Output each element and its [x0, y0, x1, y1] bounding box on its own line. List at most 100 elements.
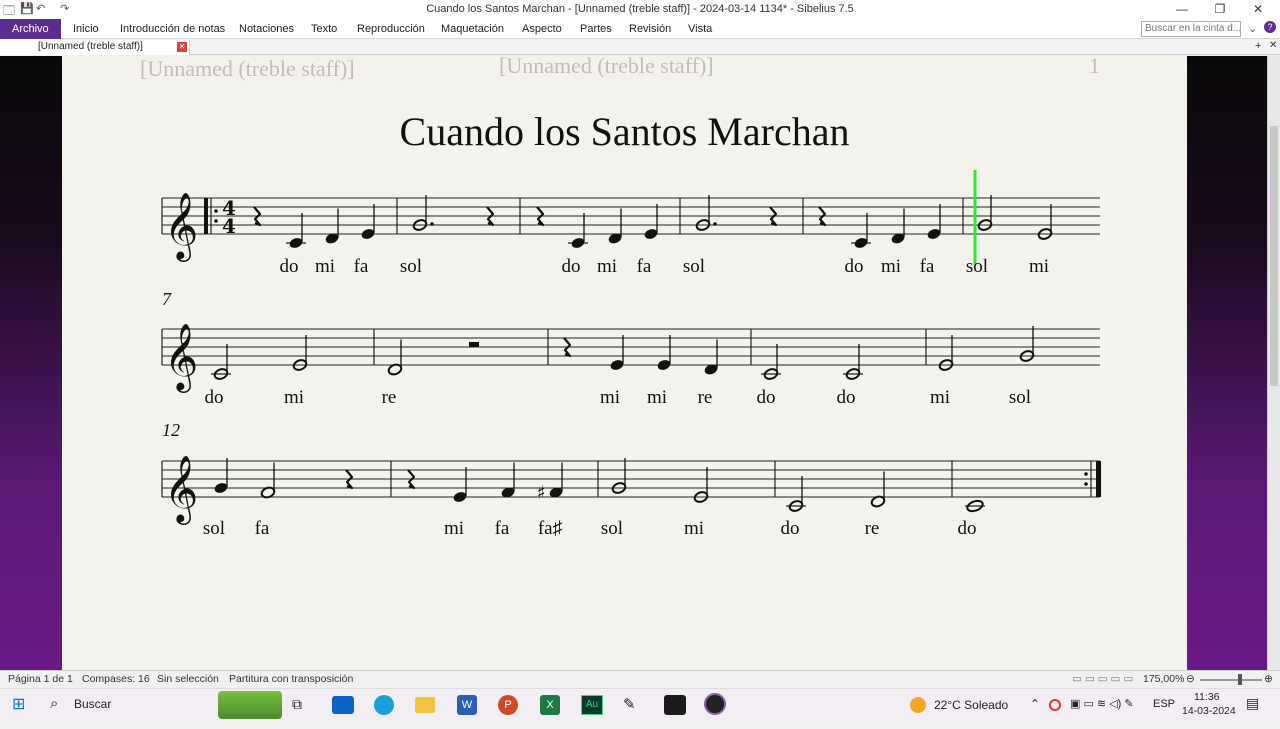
close-tab-icon[interactable]: ✕	[177, 42, 187, 52]
minimize-button[interactable]: —	[1164, 0, 1200, 19]
tray-chevron-icon[interactable]: ⌃	[1030, 697, 1040, 721]
lyric-syllable: mi	[881, 256, 901, 277]
score-page[interactable]: [Unnamed (treble staff)] [Unnamed (trebl…	[62, 56, 1187, 670]
left-background	[0, 56, 62, 670]
search-icon[interactable]: ⌕	[50, 695, 58, 719]
time-signature-bottom: 4	[222, 214, 236, 238]
lyric-syllable: mi	[647, 387, 667, 408]
terminal-icon[interactable]	[664, 695, 686, 715]
lyric-syllable: sol	[400, 256, 422, 277]
tab-partes[interactable]: Partes	[580, 19, 612, 39]
note	[501, 462, 515, 498]
expand-ribbon-icon[interactable]: ⌄	[1248, 22, 1257, 35]
file-explorer-icon[interactable]	[415, 697, 435, 713]
score-notation[interactable]: 𝄞 44𝄞𝄞712♯do mi fa sol do mi fa sol do mi fa sol mido…	[62, 56, 1187, 670]
lyric-syllable: mi	[1029, 256, 1049, 277]
status-transposition[interactable]: Partitura con transposición	[229, 673, 353, 685]
help-icon[interactable]: ?	[1264, 21, 1276, 33]
weather-icon[interactable]	[910, 697, 926, 713]
right-background	[1187, 56, 1267, 670]
staff-system-1: 𝄞 44	[161, 191, 1100, 262]
scrollbar-thumb[interactable]	[1270, 126, 1278, 386]
view-mode-icons[interactable]: ▭ ▭ ▭ ▭ ▭	[1072, 673, 1133, 685]
ribbon-search-input[interactable]: Buscar en la cinta d...	[1141, 21, 1241, 37]
notifications-icon[interactable]: ▤	[1246, 695, 1259, 719]
tab-introduccion-de-notas[interactable]: Introducción de notas	[120, 19, 225, 39]
repeat-dot	[214, 219, 218, 223]
tab-archivo[interactable]: Archivo	[0, 19, 61, 39]
new-tab-icon[interactable]: +	[1255, 40, 1261, 52]
tab-texto[interactable]: Texto	[311, 19, 337, 39]
note	[412, 195, 434, 231]
bar-number: 7	[162, 289, 172, 309]
note	[938, 335, 954, 371]
lyric-syllable: fa	[495, 518, 510, 539]
status-bar: Página 1 de 1 Compases: 16 Sin selección…	[0, 670, 1280, 688]
zoom-slider[interactable]	[1200, 679, 1262, 681]
lyric-syllable: re	[698, 387, 713, 408]
close-all-icon[interactable]: ✕	[1269, 40, 1277, 51]
clock-date[interactable]: 14-03-2024	[1182, 705, 1236, 729]
tab-maquetacion[interactable]: Maquetación	[441, 19, 504, 39]
note	[387, 339, 403, 376]
note	[644, 204, 658, 239]
tab-revision[interactable]: Revisión	[629, 19, 671, 39]
lyric-syllable: mi	[444, 518, 464, 539]
sibelius-icon[interactable]	[704, 693, 726, 715]
tab-reproduccion[interactable]: Reproducción	[357, 19, 425, 39]
audition-icon[interactable]: Au	[581, 695, 603, 715]
weather-label[interactable]: 22°C Soleado	[934, 698, 1008, 722]
lyric-syllable: mi	[284, 387, 304, 408]
task-view-icon[interactable]: ⧉	[292, 696, 302, 720]
lyric-syllable: re	[865, 518, 880, 539]
note	[260, 462, 276, 499]
tab-aspecto[interactable]: Aspecto	[522, 19, 562, 39]
restore-button[interactable]: ❐	[1202, 0, 1238, 19]
tab-vista[interactable]: Vista	[688, 19, 712, 39]
augmentation-dot	[430, 222, 434, 226]
lyric-syllable: mi	[597, 256, 617, 277]
network-icon[interactable]: ▣ ▭ ≋ ◁) ✎	[1070, 697, 1134, 721]
lyric-syllable: fa	[255, 518, 270, 539]
zoom-out-icon[interactable]: ⊖	[1186, 673, 1195, 685]
note	[325, 208, 339, 244]
close-button[interactable]: ✕	[1240, 0, 1276, 19]
note	[610, 335, 624, 370]
note	[870, 471, 886, 508]
windows-start-icon[interactable]: ⊞	[12, 694, 25, 718]
augmentation-dot	[713, 222, 717, 226]
document-tab[interactable]: [Unnamed (treble staff)] ✕	[0, 40, 190, 55]
repeat-end-thick	[1096, 461, 1101, 497]
lyric-syllable: sol	[966, 256, 988, 277]
search-highlight-image[interactable]	[218, 691, 282, 719]
zoom-slider-handle[interactable]	[1238, 674, 1242, 685]
powerpoint-icon[interactable]: P	[498, 695, 518, 715]
lyric-syllable: fa	[354, 256, 369, 277]
note	[657, 335, 671, 370]
mail-icon[interactable]	[332, 696, 354, 714]
note	[927, 204, 941, 239]
vertical-scrollbar[interactable]	[1267, 56, 1280, 670]
language-indicator[interactable]: ESP	[1153, 698, 1175, 722]
word-icon[interactable]: W	[457, 695, 477, 715]
lyric-syllable: fa♯	[538, 518, 562, 539]
treble-clef: 𝄞	[164, 322, 198, 393]
tab-notaciones[interactable]: Notaciones	[239, 19, 294, 39]
ribbon-tabs: Archivo Inicio Introducción de notas Not…	[0, 19, 1280, 39]
note	[851, 213, 871, 248]
tab-inicio[interactable]: Inicio	[73, 19, 99, 39]
taskbar-search-label[interactable]: Buscar	[74, 697, 111, 721]
edge-icon[interactable]	[374, 695, 394, 715]
excel-icon[interactable]: X	[540, 695, 560, 715]
note	[453, 467, 467, 502]
zoom-in-icon[interactable]: ⊕	[1264, 673, 1273, 685]
note	[608, 208, 622, 244]
note	[977, 195, 993, 231]
note	[965, 499, 985, 513]
record-icon[interactable]	[1049, 699, 1061, 711]
sketch-icon[interactable]: ✎	[623, 695, 636, 719]
status-zoom: 175,00%	[1143, 673, 1185, 685]
note	[786, 476, 806, 512]
note	[704, 339, 718, 375]
lyric-syllable: mi	[930, 387, 950, 408]
